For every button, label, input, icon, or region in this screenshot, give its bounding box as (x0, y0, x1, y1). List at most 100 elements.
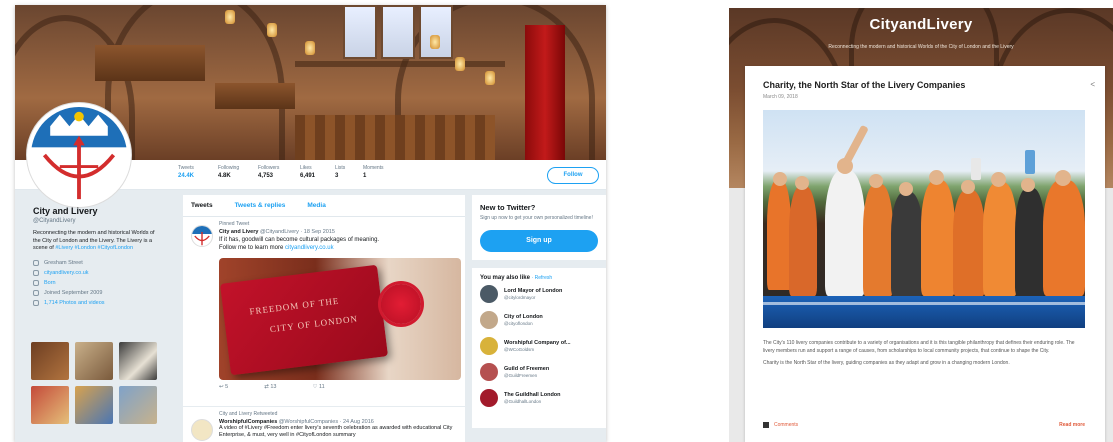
refresh-link[interactable]: · Refresh (532, 275, 553, 281)
suggestion-avatar[interactable] (480, 310, 498, 329)
pinned-label: Pinned Tweet (219, 221, 250, 227)
wax-seal (381, 284, 421, 324)
photo-thumb[interactable] (119, 342, 157, 380)
suggestion-avatar[interactable] (480, 388, 498, 407)
stat-tweets[interactable]: Tweets 24.4K (178, 165, 194, 179)
photo-thumb[interactable] (31, 342, 69, 380)
suggestion-avatar[interactable] (480, 284, 498, 303)
post-paragraph: Charity is the North Star of the livery,… (763, 360, 1010, 366)
retweet-icon[interactable]: ⇄ 13 (264, 384, 294, 390)
tweet-avatar[interactable] (191, 419, 213, 441)
tweet-author-name[interactable]: City and Livery (219, 229, 258, 235)
tweet-text-line: Follow me to learn more (219, 244, 284, 251)
suggestion-name[interactable]: The Guildhall London (504, 392, 561, 398)
profile-joined: Joined September 2009 (44, 289, 103, 296)
suggestion-item[interactable]: Guild of Freemen @GuildFreemen (480, 359, 598, 385)
suggestion-name[interactable]: Guild of Freemen (504, 366, 549, 372)
profile-meta: Gresham Street cityandlivery.co.uk Born … (33, 258, 159, 308)
suggestion-item[interactable]: Lord Mayor of London @citylordmayor (480, 281, 598, 307)
share-icon[interactable]: < (1090, 80, 1095, 89)
profile-handle: @CityandLivery (33, 218, 76, 224)
retweet-count: 13 (270, 384, 277, 390)
suggestion-handle: @citylordmayor (504, 294, 536, 300)
post-date: March 09, 2018 (763, 94, 798, 100)
tweet-media-image[interactable]: FREEDOM OF THE CITY OF LONDON (219, 258, 461, 380)
location-icon (33, 259, 39, 266)
suggestion-name[interactable]: Worshipful Company of... (504, 340, 571, 346)
twitter-profile-screenshot: Tweets 24.4K Following 4.8K Followers 4,753… (15, 5, 606, 442)
link-icon (33, 269, 39, 276)
photo-thumb[interactable] (75, 386, 113, 424)
suggestion-handle: @WCoGoldsm (504, 346, 535, 352)
tweet-author-handle: @CityandLivery · 18 Sep 2015 (259, 229, 335, 235)
crossbow-logo-icon (31, 107, 127, 200)
tab-tweets[interactable]: Tweets (191, 202, 213, 209)
suggestion-avatar[interactable] (480, 336, 498, 355)
suggestion-handle: @cityoflondon (504, 320, 533, 326)
tab-media[interactable]: Media (307, 202, 325, 209)
stat-followers[interactable]: Followers 4,753 (258, 165, 279, 179)
photo-icon (33, 299, 39, 306)
profile-sidebar: City and Livery @CityandLivery Reconnect… (15, 190, 175, 442)
post-excerpt: The City's 110 livery companies contribu… (763, 340, 1087, 368)
suggestion-name[interactable]: Lord Mayor of London (504, 288, 562, 294)
stat-likes[interactable]: Likes 6,491 (300, 165, 315, 179)
stat-following[interactable]: Following 4.8K (218, 165, 239, 179)
comments-link[interactable]: Comments (763, 422, 798, 428)
blog-site-title[interactable]: CityandLivery (729, 16, 1113, 33)
profile-born: Born (44, 279, 56, 286)
follow-button[interactable]: Follow (547, 167, 599, 184)
certificate-line-2: CITY OF LONDON (269, 313, 359, 335)
sign-up-button[interactable]: Sign up (480, 229, 598, 252)
photos-videos-link[interactable]: 1,714 Photos and videos (44, 300, 105, 306)
profile-bio: Reconnecting the modern and historical W… (33, 230, 159, 253)
photo-thumb[interactable] (75, 342, 113, 380)
stage: Tweets 24.4K Following 4.8K Followers 4,753… (0, 0, 1113, 442)
profile-website-link[interactable]: cityandlivery.co.uk (44, 270, 89, 276)
stat-moments[interactable]: Moments 1 (363, 165, 384, 179)
reply-count: 5 (225, 384, 229, 390)
like-icon[interactable]: ♡ 11 (312, 384, 342, 390)
tweet-text: A video of #Livery #Freedom enter livery… (219, 425, 453, 438)
comment-icon (763, 422, 769, 428)
finish-banner (763, 296, 1085, 328)
tweet-timeline: Tweets Tweets & replies Media Pinned Twe… (183, 195, 465, 442)
suggestion-item[interactable]: City of London @cityoflondon (480, 307, 598, 333)
crossbow-logo-icon (192, 226, 212, 246)
tweet-actions: ↩ 5 ⇄ 13 ♡ 11 (219, 380, 457, 394)
suggestion-item[interactable]: The Guildhall London @GuildhallLondon (480, 385, 598, 411)
read-more-link[interactable]: Read more (1059, 422, 1085, 428)
post-title[interactable]: Charity, the North Star of the Livery Co… (763, 80, 1087, 90)
suggestion-item[interactable]: Worshipful Company of... @WCoGoldsm (480, 333, 598, 359)
retweet-label: City and Livery Retweeted (219, 411, 278, 417)
post-paragraph: The City's 110 livery companies contribu… (763, 340, 1075, 354)
blog-post-card: Charity, the North Star of the Livery Co… (745, 66, 1105, 442)
bio-hashtags-link[interactable]: #Livery #London #CityofLondon (55, 245, 133, 251)
freedom-certificate: FREEDOM OF THE CITY OF LONDON (219, 264, 389, 376)
tweet-text: If it has, goodwill can become cultural … (219, 237, 457, 252)
wtf-title-text: You may also like (480, 274, 530, 281)
calendar-icon (33, 289, 39, 296)
new-to-twitter-title: New to Twitter? (480, 203, 536, 212)
you-may-also-like-box: You may also like · Refresh Lord Mayor o… (472, 267, 606, 428)
suggestion-name[interactable]: City of London (504, 314, 543, 320)
stat-lists[interactable]: Lists 3 (335, 165, 345, 179)
suggestion-handle: @GuildFreemen (504, 372, 538, 378)
photo-thumb[interactable] (119, 386, 157, 424)
comments-label: Comments (774, 422, 799, 428)
new-to-twitter-text: Sign up now to get your own personalized… (480, 215, 593, 221)
suggestion-avatar[interactable] (480, 362, 498, 381)
tweet-avatar[interactable] (191, 225, 213, 247)
blog-tagline: Reconnecting the modern and historical W… (828, 44, 1014, 50)
retweeted-tweet[interactable]: City and Livery Retweeted WorshipfulComp… (183, 407, 465, 442)
suggestion-handle: @GuildhallLondon (504, 398, 542, 404)
reply-icon[interactable]: ↩ 5 (219, 384, 246, 390)
like-count: 11 (318, 384, 325, 390)
pinned-tweet[interactable]: Pinned Tweet City and Livery @CityandLiv… (183, 217, 465, 407)
post-footer: Comments Read more (763, 418, 1085, 432)
photo-thumb[interactable] (31, 386, 69, 424)
tweet-link[interactable]: cityandlivery.co.uk (285, 245, 334, 251)
tab-tweets-replies[interactable]: Tweets & replies (235, 202, 286, 209)
tweet-header: City and Livery @CityandLivery · 18 Sep … (219, 229, 457, 235)
new-to-twitter-box: New to Twitter? Sign up now to get your … (472, 195, 606, 260)
